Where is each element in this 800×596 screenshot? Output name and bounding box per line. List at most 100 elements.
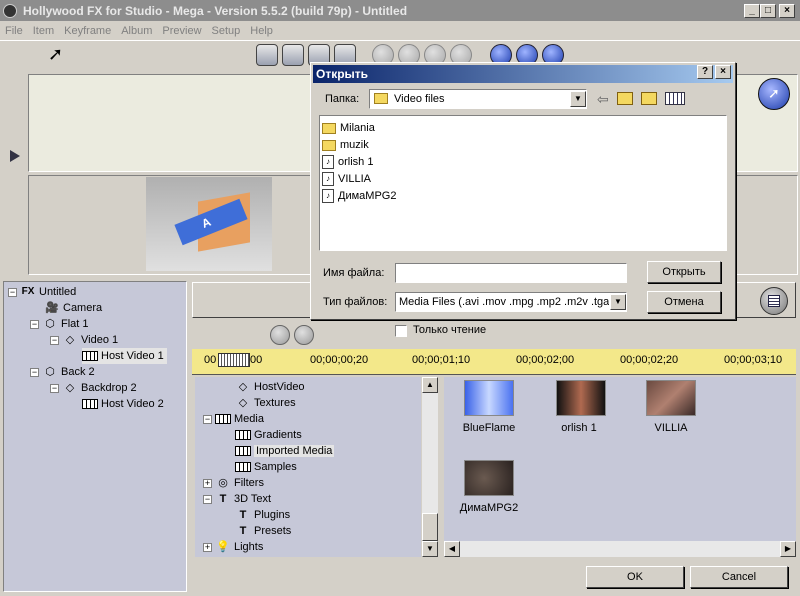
collapse-icon[interactable]: − — [203, 494, 212, 504]
readonly-label: Только чтение — [413, 324, 487, 336]
menu-item[interactable]: Item — [28, 25, 59, 37]
thumbnail-orlish[interactable] — [556, 380, 606, 416]
help-button[interactable]: ? — [697, 65, 713, 79]
menu-keyframe[interactable]: Keyframe — [59, 25, 116, 37]
ok-button[interactable]: OK — [586, 566, 684, 588]
album-item[interactable]: T Plugins — [235, 507, 290, 523]
zoom-out-icon[interactable] — [270, 325, 290, 345]
album-item[interactable]: − T 3D Text — [203, 491, 271, 507]
scroll-right-arrow[interactable]: ▶ — [780, 541, 796, 557]
maximize-button[interactable]: □ — [760, 4, 776, 18]
view-menu-icon[interactable] — [665, 92, 685, 105]
chevron-down-icon[interactable]: ▼ — [570, 91, 586, 107]
tree-item[interactable]: Host Video 2 — [82, 396, 164, 412]
dialog-close-button[interactable]: × — [715, 65, 731, 79]
tree-item[interactable]: − ◇ Video 1 — [50, 332, 118, 348]
filetype-select[interactable]: Media Files (.avi .mov .mpg .mp2 .m2v .t… — [395, 292, 627, 312]
tree-item[interactable]: Host Video 1 — [82, 348, 167, 364]
file-item[interactable]: ♪ ДимаMPG2 — [322, 188, 396, 204]
album-item[interactable]: − Media — [203, 411, 264, 427]
scroll-down-arrow[interactable]: ▼ — [422, 541, 438, 557]
album-item[interactable]: Samples — [235, 459, 297, 475]
light-bulb-icon: 💡 — [216, 541, 230, 553]
view-single-icon[interactable] — [256, 44, 278, 66]
folder-select[interactable]: Video files ▼ — [369, 89, 587, 109]
close-button[interactable]: × — [779, 4, 795, 18]
new-folder-icon[interactable] — [641, 92, 657, 105]
scroll-up-arrow[interactable]: ▲ — [422, 377, 438, 393]
timeline-tick: 00;00;02;20 — [620, 354, 679, 366]
collapse-icon[interactable]: − — [203, 414, 212, 424]
album-item-label: Textures — [254, 397, 296, 409]
thumbnail-hscrollbar[interactable]: ◀ ▶ — [444, 541, 796, 557]
collapse-icon[interactable]: − — [50, 335, 59, 345]
scroll-left-arrow[interactable]: ◀ — [444, 541, 460, 557]
collapse-icon[interactable]: − — [30, 367, 39, 377]
album-item[interactable]: ◇ HostVideo — [235, 379, 305, 395]
minimize-button[interactable]: _ — [744, 4, 760, 18]
tree-item[interactable]: − FX Untitled — [8, 284, 76, 300]
album-item-label: 3D Text — [234, 493, 272, 505]
thumbnail-dima[interactable] — [464, 460, 514, 496]
filename-input[interactable] — [395, 263, 627, 283]
timeline-tick: 00;00;03;10 — [724, 354, 783, 366]
album-item[interactable]: ◇ Textures — [235, 395, 296, 411]
tree-item[interactable]: − ⬡ Flat 1 — [30, 316, 89, 332]
thumbnail-area: BlueFlame orlish 1 VILLIA ДимаMPG2 — [444, 377, 796, 541]
menu-help[interactable]: Help — [245, 25, 278, 37]
tree-item[interactable]: − ◇ Backdrop 2 — [50, 380, 137, 396]
collapse-icon[interactable]: − — [50, 383, 59, 393]
album-item[interactable]: + ◎ Filters — [203, 475, 264, 491]
back-arrow-icon[interactable]: ⇦ — [597, 91, 609, 108]
view-split-icon[interactable] — [282, 44, 304, 66]
album-item[interactable]: Imported Media — [235, 443, 335, 459]
menu-preview[interactable]: Preview — [157, 25, 206, 37]
left-strip — [0, 72, 27, 272]
scroll-thumb[interactable] — [422, 513, 438, 541]
album-item[interactable]: + 💡 Lights — [203, 539, 263, 555]
timeline-ruler[interactable]: 00 00 00;00;00;20 00;00;01;10 00;00;02;0… — [192, 349, 796, 375]
media-file-icon: ♪ — [322, 189, 334, 203]
album-menu-button[interactable] — [760, 287, 788, 315]
menu-album[interactable]: Album — [116, 25, 157, 37]
collapse-icon[interactable]: − — [30, 319, 39, 329]
album-item-label: Gradients — [254, 429, 302, 441]
album-item[interactable]: Gradients — [235, 427, 302, 443]
open-button[interactable]: Открыть — [647, 261, 721, 283]
timeline-tick: 00 — [204, 354, 217, 366]
film-icon — [82, 399, 98, 409]
film-icon — [235, 446, 251, 456]
album-item-label: HostVideo — [254, 381, 305, 393]
dialog-cancel-button[interactable]: Отмена — [647, 291, 721, 313]
thumbnail-blueflame[interactable] — [464, 380, 514, 416]
album-tree: ◇ HostVideo ◇ Textures − Media Gradients Im… — [195, 377, 421, 557]
up-folder-icon[interactable] — [617, 92, 633, 105]
expand-icon[interactable]: + — [203, 542, 212, 552]
timeline-slider[interactable] — [218, 353, 250, 367]
zoom-in-icon[interactable] — [294, 325, 314, 345]
file-item[interactable]: ♪ orlish 1 — [322, 154, 373, 170]
chevron-down-icon[interactable]: ▼ — [610, 294, 626, 310]
app-icon — [3, 3, 17, 18]
file-item[interactable]: muzik — [322, 137, 369, 153]
file-item[interactable]: ♪ VILLIA — [322, 171, 371, 187]
tree-item[interactable]: − ⬡ Back 2 — [30, 364, 95, 380]
cancel-button[interactable]: Cancel — [690, 566, 788, 588]
thumbnail-label: orlish 1 — [561, 422, 597, 434]
expand-arrow-icon[interactable] — [10, 150, 20, 162]
menu-setup[interactable]: Setup — [207, 25, 246, 37]
tree-item-label: Backdrop 2 — [81, 382, 137, 394]
pointer-button[interactable]: ➚ — [758, 78, 790, 110]
album-item[interactable]: T Presets — [235, 523, 292, 539]
film-icon — [235, 430, 251, 440]
tree-item[interactable]: 🎥 Camera — [44, 300, 102, 316]
album-item-label: Presets — [254, 525, 292, 537]
menu-file[interactable]: File — [0, 25, 28, 37]
album-item-label: Imported Media — [254, 445, 335, 457]
file-item[interactable]: Milania — [322, 120, 375, 136]
thumbnail-villia[interactable] — [646, 380, 696, 416]
readonly-checkbox[interactable] — [395, 325, 407, 337]
collapse-icon[interactable]: − — [8, 287, 17, 297]
album-tree-scrollbar[interactable]: ▲ ▼ — [422, 377, 438, 557]
expand-icon[interactable]: + — [203, 478, 212, 488]
